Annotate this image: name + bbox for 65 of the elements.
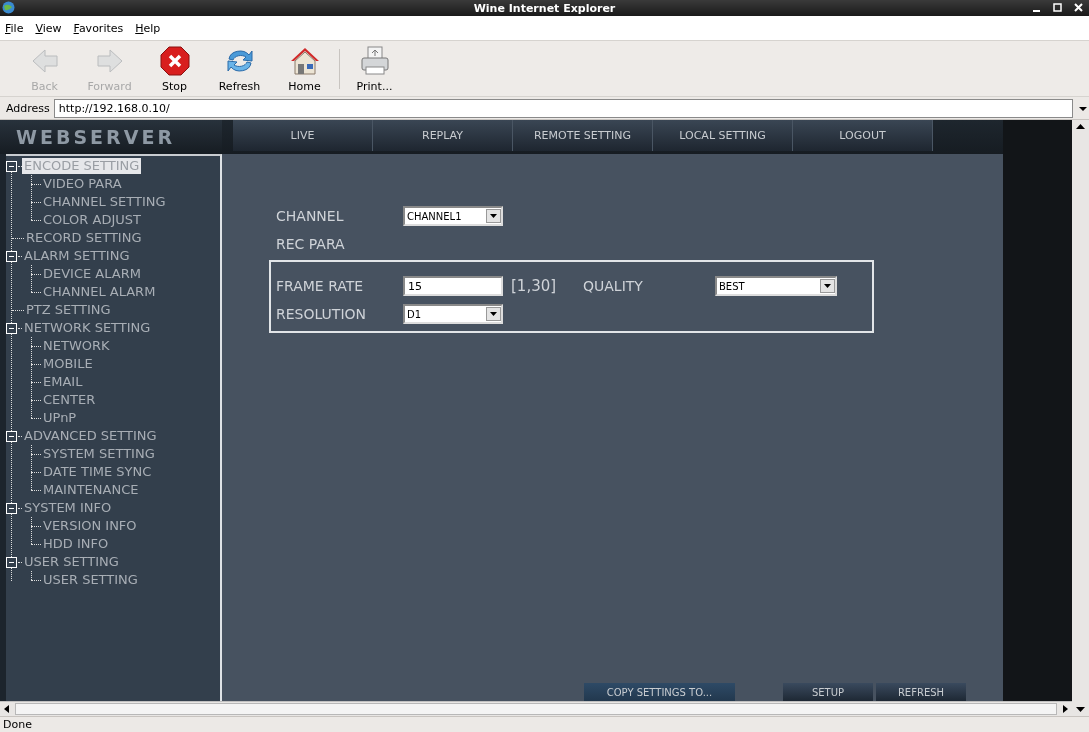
tree-item[interactable]: RECORD SETTING	[24, 230, 144, 246]
window-title: Wine Internet Explorer	[473, 1, 616, 15]
input-field[interactable]: 15	[403, 276, 503, 296]
collapse-icon[interactable]	[6, 250, 17, 262]
tree-item[interactable]: CHANNEL ALARM	[41, 284, 158, 300]
dropdown[interactable]: D1	[403, 304, 503, 324]
dropdown[interactable]: CHANNEL1	[403, 206, 503, 226]
field-label: CHANNEL	[276, 208, 345, 224]
tree-item[interactable]: NETWORK SETTING	[22, 320, 153, 336]
close-icon[interactable]	[1072, 1, 1085, 14]
tree-item[interactable]: VERSION INFO	[41, 518, 139, 534]
menu-item[interactable]: Help	[132, 21, 164, 35]
tree-item[interactable]: USER SETTING	[41, 572, 140, 588]
tree-item[interactable]: PTZ SETTING	[24, 302, 113, 318]
toolbar-button[interactable]: Stop	[142, 44, 207, 93]
section-label: REC PARA	[276, 236, 346, 252]
menu-item[interactable]: Favorites	[70, 21, 127, 35]
tree-item[interactable]: MOBILE	[41, 356, 95, 372]
toolbar-button[interactable]: Home	[272, 44, 337, 93]
dropdown[interactable]: BEST	[715, 276, 837, 296]
collapse-icon[interactable]	[6, 502, 17, 514]
stop-icon	[158, 44, 191, 77]
tree-item[interactable]: SYSTEM INFO	[22, 500, 114, 516]
tree-item[interactable]: UPnP	[41, 410, 79, 426]
logo: WEBSERVER	[0, 120, 222, 154]
tree-item[interactable]: USER SETTING	[22, 554, 121, 570]
collapse-icon[interactable]	[6, 322, 17, 334]
globe-icon	[2, 1, 15, 14]
collapse-icon[interactable]	[6, 430, 17, 442]
field-label: RESOLUTION	[276, 306, 367, 322]
tree-item[interactable]: COLOR ADJUST	[41, 212, 143, 228]
tree-item[interactable]: CHANNEL SETTING	[41, 194, 168, 210]
field-label: FRAME RATE	[276, 278, 365, 294]
range-hint: [1,30]	[510, 277, 558, 295]
toolbar-button[interactable]: Refresh	[207, 44, 272, 93]
action-button[interactable]: COPY SETTINGS TO...	[584, 683, 735, 701]
tree-item[interactable]: ALARM SETTING	[22, 248, 132, 264]
nav-tab[interactable]: REPLAY	[373, 120, 513, 151]
menu-item[interactable]: File	[2, 21, 27, 35]
nav-tab[interactable]: LOCAL SETTING	[653, 120, 793, 151]
maximize-icon[interactable]	[1051, 1, 1064, 14]
tree-item[interactable]: CENTER	[41, 392, 98, 408]
nav-tab[interactable]: REMOTE SETTING	[513, 120, 653, 151]
toolbar-button[interactable]: Print...	[342, 44, 407, 93]
tree-item[interactable]: SYSTEM SETTING	[41, 446, 157, 462]
scrollbar-thumb[interactable]	[15, 703, 1057, 715]
address-label: Address	[6, 101, 50, 115]
collapse-icon[interactable]	[6, 160, 17, 172]
print-icon	[358, 44, 391, 77]
action-button[interactable]: SETUP	[783, 683, 873, 701]
menu-item[interactable]: View	[32, 21, 65, 35]
collapse-icon[interactable]	[6, 556, 17, 568]
nav-tab[interactable]: LIVE	[233, 120, 373, 151]
tree-item[interactable]: MAINTENANCE	[41, 482, 141, 498]
tree-item[interactable]: DATE TIME SYNC	[41, 464, 154, 480]
tree-item[interactable]: HDD INFO	[41, 536, 111, 552]
nav-tab[interactable]: LOGOUT	[793, 120, 933, 151]
tree-item[interactable]: DEVICE ALARM	[41, 266, 143, 282]
field-label: QUALITY	[583, 278, 644, 294]
action-button[interactable]: REFRESH	[876, 683, 966, 701]
tree-item[interactable]: ADVANCED SETTING	[22, 428, 159, 444]
address-field[interactable]: http://192.168.0.10/	[53, 98, 1073, 118]
tree-item[interactable]: EMAIL	[41, 374, 85, 390]
tree-item[interactable]: VIDEO PARA	[41, 176, 124, 192]
tree-item[interactable]: NETWORK	[41, 338, 112, 354]
